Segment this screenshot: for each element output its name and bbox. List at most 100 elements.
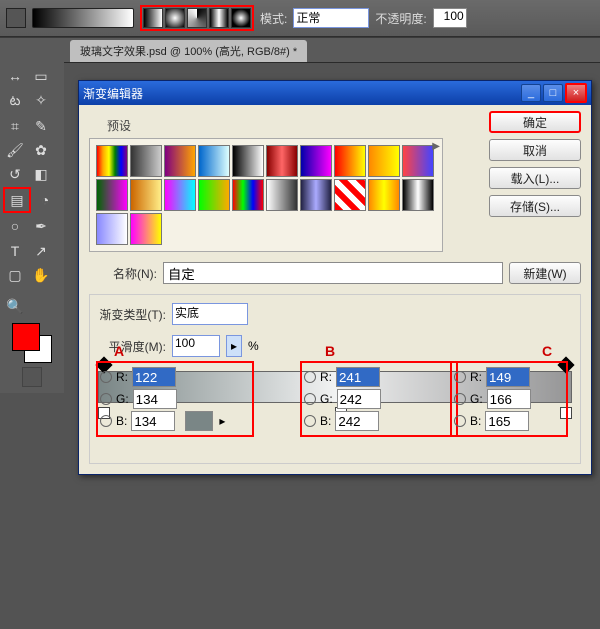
new-button[interactable]: 新建(W) [509,262,581,284]
maximize-button[interactable]: □ [543,84,563,102]
a-g-input[interactable] [133,389,177,409]
preset-swatch[interactable] [266,179,298,211]
preset-swatch[interactable] [130,145,162,177]
document-tabbar: 玻璃文字效果.psd @ 100% (高光, RGB/8#) * [0,37,600,63]
radio-b[interactable] [304,415,316,427]
preset-swatch[interactable] [232,179,264,211]
hand-tool[interactable]: ✋ [29,264,53,286]
opacity-label: 不透明度: [375,10,426,27]
dialog-button-column: 确定 取消 载入(L)... 存储(S)... [489,111,581,217]
preset-swatch[interactable] [96,213,128,245]
preset-swatch[interactable] [402,179,434,211]
preset-swatch[interactable] [300,145,332,177]
shape-tool[interactable]: ▢ [3,264,27,286]
a-color-preview[interactable] [185,411,213,431]
preset-swatch[interactable] [130,213,162,245]
radio-g[interactable] [304,393,316,405]
move-tool[interactable]: ↔ [3,65,27,87]
presets-menu-icon[interactable]: ▶ [432,141,440,152]
preset-swatch[interactable] [164,179,196,211]
radio-b[interactable] [454,415,466,427]
quickmask-toggle[interactable] [22,367,42,387]
options-bar: 模式: 正常 不透明度: 100 [0,0,600,37]
path-tool[interactable]: ↗ [29,240,53,262]
radio-r[interactable] [454,371,466,383]
a-r-input[interactable] [132,367,176,387]
preset-swatch[interactable] [96,145,128,177]
wand-tool[interactable]: ✧ [29,90,53,112]
brush-tool[interactable]: 🖌 [3,139,27,161]
radio-r[interactable] [304,371,316,383]
cancel-button[interactable]: 取消 [489,139,581,161]
preset-swatch[interactable] [266,145,298,177]
preset-swatch[interactable] [96,179,128,211]
ok-button[interactable]: 确定 [489,111,581,133]
smoothness-input[interactable]: 100 [172,335,220,357]
marquee-tool[interactable]: ▭ [29,66,53,88]
preset-swatch[interactable] [198,145,230,177]
minimize-button[interactable]: _ [521,84,541,102]
preset-swatch[interactable] [334,145,366,177]
radio-r[interactable] [100,371,112,383]
tool-preset-icon[interactable] [6,8,26,28]
history-tool[interactable]: ↺ [3,163,27,185]
gradient-preview[interactable] [32,8,134,28]
clone-tool[interactable]: ✿ [29,139,53,161]
foreground-color[interactable] [12,323,40,351]
smoothness-step-icon[interactable]: ▸ [226,335,242,357]
save-button[interactable]: 存储(S)... [489,195,581,217]
marker-c: C [542,343,552,359]
a-color-menu-icon[interactable]: ▸ [219,414,225,428]
load-button[interactable]: 载入(L)... [489,167,581,189]
preset-swatch[interactable] [368,145,400,177]
type-label: 渐变类型(T): [98,306,166,323]
preset-swatch[interactable] [334,179,366,211]
diamond-gradient-icon[interactable] [231,8,251,28]
preset-swatch[interactable] [130,179,162,211]
mode-label: 模式: [260,10,287,27]
linear-gradient-icon[interactable] [143,8,163,28]
b-g-input[interactable] [337,389,381,409]
zoom-tool[interactable]: 🔍 [3,296,27,318]
preset-swatch[interactable] [402,145,434,177]
fg-bg-swatch[interactable] [12,323,52,363]
mode-select[interactable]: 正常 [293,8,369,28]
dialog-title: 渐变编辑器 [83,85,143,102]
gradient-type-select[interactable]: 实底 [172,303,248,325]
percent-label: % [248,339,259,353]
text-tool[interactable]: T [3,240,27,262]
eraser-tool[interactable]: ◧ [29,163,53,185]
lasso-tool[interactable]: ట [3,91,27,113]
eyedropper-tool[interactable]: ✎ [29,115,53,137]
c-g-input[interactable] [487,389,531,409]
c-b-input[interactable] [485,411,529,431]
rgb-group-b: R: G: B: [300,361,458,437]
angle-gradient-icon[interactable] [187,8,207,28]
preset-swatch[interactable] [368,179,400,211]
radial-gradient-icon[interactable] [165,8,185,28]
document-tab[interactable]: 玻璃文字效果.psd @ 100% (高光, RGB/8#) * [70,40,307,62]
name-input[interactable] [163,262,503,284]
preset-swatch[interactable] [164,145,196,177]
a-b-input[interactable] [131,411,175,431]
preset-swatch[interactable] [198,179,230,211]
c-r-input[interactable] [486,367,530,387]
dialog-titlebar[interactable]: 渐变编辑器 _ □ × [79,81,591,105]
radio-g[interactable] [454,393,466,405]
dodge-tool[interactable]: ○ [3,215,27,237]
preset-swatch[interactable] [300,179,332,211]
empty-tool [29,288,53,310]
gradient-tool[interactable]: ▤ [3,187,31,213]
close-button[interactable]: × [565,83,587,103]
radio-b[interactable] [100,415,112,427]
b-b-input[interactable] [335,411,379,431]
opacity-input[interactable]: 100 [433,8,467,28]
b-r-input[interactable] [336,367,380,387]
crop-tool[interactable]: ⌗ [3,115,27,137]
rgb-group-a: R: G: B:▸ [96,361,254,437]
radio-g[interactable] [100,393,112,405]
blur-tool[interactable]: ◔ [33,189,57,211]
preset-swatch[interactable] [232,145,264,177]
pen-tool[interactable]: ✒ [29,216,53,238]
reflected-gradient-icon[interactable] [209,8,229,28]
